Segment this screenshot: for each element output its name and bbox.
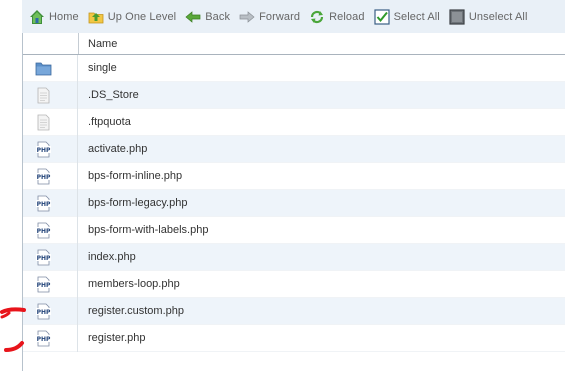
php-file-icon: PHP [35, 249, 52, 266]
icon-cell: PHP [23, 217, 78, 244]
reload-label: Reload [329, 10, 365, 23]
reload-button[interactable]: Reload [309, 9, 364, 25]
unselect-all-label: Unselect All [468, 10, 528, 23]
svg-text:PHP: PHP [37, 228, 51, 235]
table-row[interactable]: PHP bps-form-with-labels.php [23, 217, 565, 244]
back-button[interactable]: Back [185, 9, 230, 25]
svg-text:PHP: PHP [37, 309, 51, 316]
table-row[interactable]: PHP members-loop.php [23, 271, 565, 298]
file-name: register.custom.php [88, 305, 184, 317]
toolbar: Home Up One Level Back Forward Reload Se… [22, 0, 565, 33]
file-manager: Home Up One Level Back Forward Reload Se… [0, 0, 565, 371]
forward-label: Forward [259, 10, 301, 23]
svg-text:PHP: PHP [37, 282, 51, 289]
name-column-header[interactable]: Name [88, 38, 117, 50]
icon-cell: PHP [23, 136, 78, 163]
select-all-label: Select All [393, 10, 440, 23]
file-name: members-loop.php [88, 278, 180, 290]
reload-icon [309, 9, 325, 25]
php-file-icon: PHP [35, 303, 52, 320]
checkbox-checked-icon [373, 8, 390, 25]
file-list: single .DS_Store .ftpquota PHP activate.… [23, 55, 565, 352]
svg-text:PHP: PHP [37, 336, 51, 343]
table-header: Name [23, 33, 565, 55]
table-row[interactable]: PHP bps-form-inline.php [23, 163, 565, 190]
back-arrow-icon [185, 9, 201, 25]
file-table: Name single .DS_Store .ftpquota PHP acti… [22, 33, 565, 371]
icon-column-header [23, 33, 79, 54]
svg-text:PHP: PHP [37, 174, 51, 181]
file-name: index.php [88, 251, 136, 263]
icon-cell [23, 55, 78, 82]
home-icon [29, 9, 45, 25]
forward-arrow-icon [239, 9, 255, 25]
icon-cell: PHP [23, 298, 78, 325]
svg-text:PHP: PHP [37, 255, 51, 262]
php-file-icon: PHP [35, 141, 52, 158]
generic-file-icon [35, 114, 52, 131]
folder-up-icon [88, 9, 104, 25]
icon-cell: PHP [23, 325, 78, 352]
table-row[interactable]: single [23, 55, 565, 82]
file-name: bps-form-legacy.php [88, 197, 188, 209]
file-name: .DS_Store [88, 89, 139, 101]
icon-cell [23, 82, 78, 109]
icon-cell: PHP [23, 163, 78, 190]
php-file-icon: PHP [35, 222, 52, 239]
file-name: .ftpquota [88, 116, 131, 128]
unselect-all-button[interactable]: Unselect All [449, 8, 528, 25]
table-row[interactable]: PHP bps-form-legacy.php [23, 190, 565, 217]
table-row[interactable]: PHP index.php [23, 244, 565, 271]
checkbox-unchecked-icon [449, 8, 465, 25]
table-row[interactable]: PHP register.custom.php [23, 298, 565, 325]
svg-text:PHP: PHP [37, 147, 51, 154]
php-file-icon: PHP [35, 276, 52, 293]
php-file-icon: PHP [35, 195, 52, 212]
icon-cell: PHP [23, 244, 78, 271]
up-one-level-button[interactable]: Up One Level [88, 9, 176, 25]
icon-cell [23, 109, 78, 136]
folder-icon [35, 60, 52, 77]
table-row[interactable]: PHP register.php [23, 325, 565, 352]
file-name: bps-form-inline.php [88, 170, 183, 182]
up-one-level-label: Up One Level [107, 10, 177, 23]
back-label: Back [205, 10, 231, 23]
table-row[interactable]: PHP activate.php [23, 136, 565, 163]
file-name: activate.php [88, 143, 148, 155]
file-name: bps-form-with-labels.php [88, 224, 209, 236]
home-label: Home [49, 10, 79, 23]
php-file-icon: PHP [35, 168, 52, 185]
svg-text:PHP: PHP [37, 201, 51, 208]
file-name: single [88, 62, 117, 74]
forward-button[interactable]: Forward [239, 9, 300, 25]
file-name: register.php [88, 332, 146, 344]
icon-cell: PHP [23, 271, 78, 298]
table-row[interactable]: .DS_Store [23, 82, 565, 109]
home-button[interactable]: Home [29, 9, 79, 25]
table-row[interactable]: .ftpquota [23, 109, 565, 136]
icon-cell: PHP [23, 190, 78, 217]
select-all-button[interactable]: Select All [373, 8, 440, 25]
generic-file-icon [35, 87, 52, 104]
php-file-icon: PHP [35, 330, 52, 347]
